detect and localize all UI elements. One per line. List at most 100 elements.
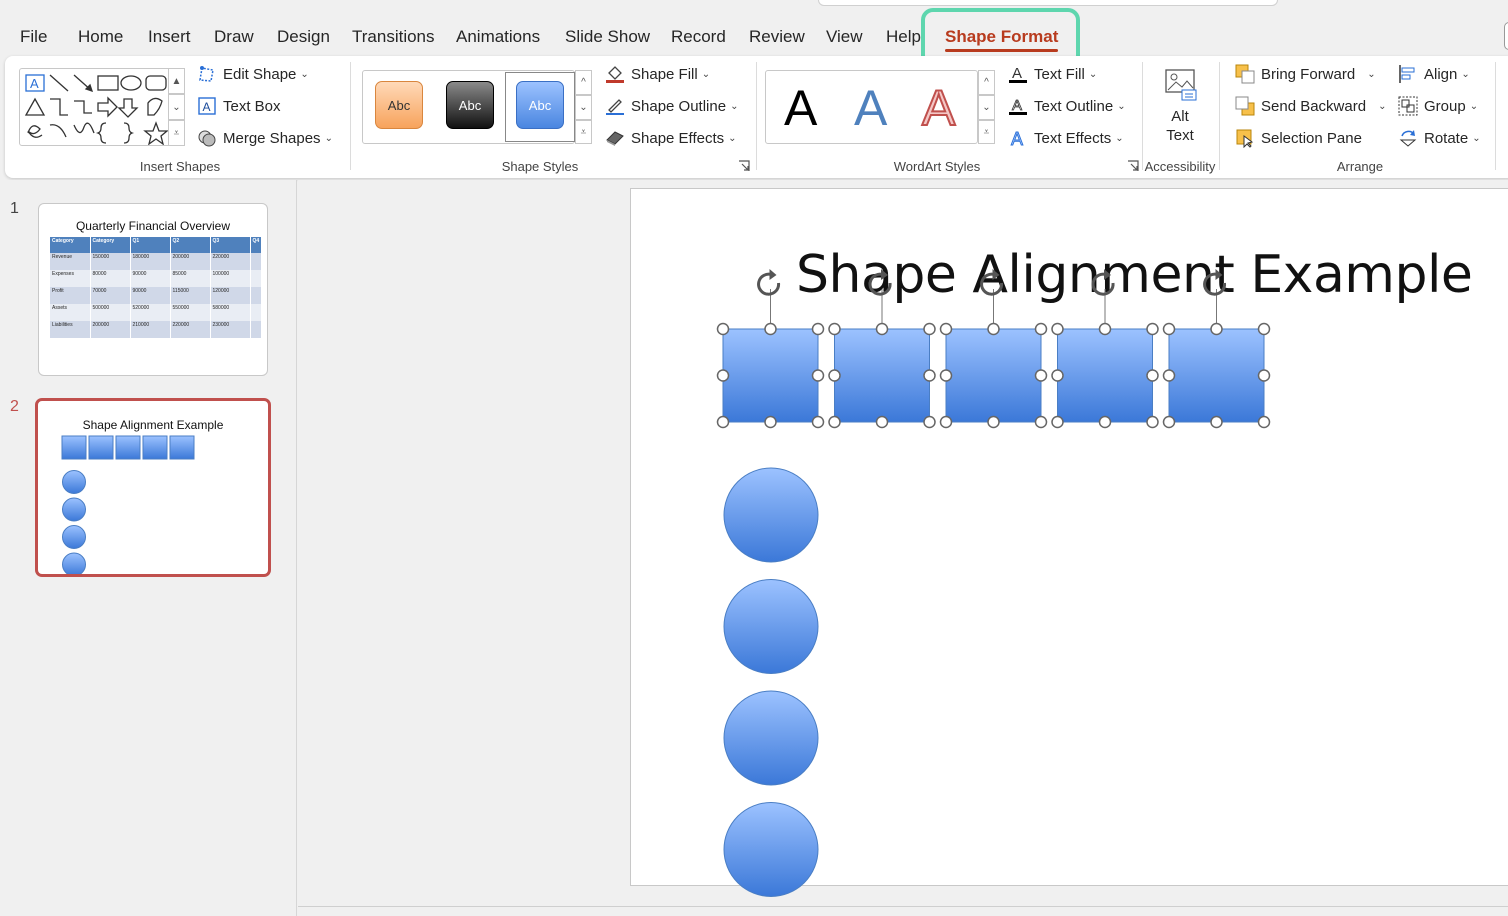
resize-handle[interactable] xyxy=(828,415,841,429)
selected-square-shape[interactable] xyxy=(1168,328,1265,423)
selection-pane-button[interactable]: Selection Pane xyxy=(1235,127,1362,149)
tab-slide-show[interactable]: Slide Show xyxy=(565,27,650,47)
selected-square-shape[interactable] xyxy=(945,328,1042,423)
wordart-gallery[interactable]: A A A xyxy=(765,70,978,144)
wordart-more[interactable]: ⩡ xyxy=(978,120,995,144)
selected-square-shape[interactable] xyxy=(834,328,930,423)
circle-shape[interactable] xyxy=(723,579,819,674)
resize-handle[interactable] xyxy=(764,322,777,336)
resize-handle[interactable] xyxy=(939,415,953,429)
wordart-red-outline[interactable]: A xyxy=(921,79,956,137)
resize-handle[interactable] xyxy=(1210,415,1223,429)
resize-handle[interactable] xyxy=(1162,322,1176,336)
resize-handle[interactable] xyxy=(811,369,825,382)
window-control-stub[interactable] xyxy=(1504,22,1508,50)
resize-handle[interactable] xyxy=(1162,369,1176,382)
text-fill-button[interactable]: A Text Fill ⌄ xyxy=(1008,63,1097,85)
styles-scroll-down[interactable]: ⌄ xyxy=(575,95,592,120)
edit-shape-button[interactable]: Edit Shape ⌄ xyxy=(197,63,309,85)
tab-transitions[interactable]: Transitions xyxy=(352,27,435,47)
tab-help[interactable]: Help xyxy=(886,27,921,47)
resize-handle[interactable] xyxy=(764,415,777,429)
rotate-button[interactable]: Rotate ⌄ xyxy=(1398,127,1481,149)
tab-animations[interactable]: Animations xyxy=(456,27,540,47)
resize-handle[interactable] xyxy=(875,322,889,336)
resize-handle[interactable] xyxy=(875,415,889,429)
text-box-button[interactable]: A Text Box xyxy=(197,95,281,117)
shape-effects-button[interactable]: Shape Effects ⌄ xyxy=(605,127,737,149)
shapes-more[interactable]: ⩡ xyxy=(168,120,185,146)
shapes-scroll-down[interactable]: ⌄ xyxy=(168,94,185,120)
wordart-scroll-up[interactable]: ^ xyxy=(978,70,995,95)
resize-handle[interactable] xyxy=(1257,369,1271,382)
resize-handle[interactable] xyxy=(716,369,730,382)
circle-shape[interactable] xyxy=(723,467,819,563)
merge-shapes-button[interactable]: Merge Shapes ⌄ xyxy=(197,127,333,149)
tab-review[interactable]: Review xyxy=(749,27,805,47)
shape-fill-button[interactable]: Shape Fill ⌄ xyxy=(605,63,710,85)
shape-styles-gallery[interactable]: Abc Abc Abc xyxy=(362,70,575,144)
resize-handle[interactable] xyxy=(811,322,825,336)
search-box[interactable] xyxy=(818,0,1278,6)
tab-insert[interactable]: Insert xyxy=(148,27,191,47)
rotate-handle-icon[interactable] xyxy=(1091,272,1115,296)
resize-handle[interactable] xyxy=(1257,322,1271,336)
resize-handle[interactable] xyxy=(1098,415,1112,429)
tab-draw[interactable]: Draw xyxy=(214,27,254,47)
resize-handle[interactable] xyxy=(716,322,730,336)
resize-handle[interactable] xyxy=(1146,322,1159,336)
resize-handle[interactable] xyxy=(1034,415,1048,429)
bring-forward-button[interactable]: Bring Forward ⌄ xyxy=(1235,63,1376,85)
style-swatch-black[interactable]: Abc xyxy=(446,81,494,129)
shapes-scroll-up[interactable]: ▲ xyxy=(168,68,185,94)
rotate-handle-icon[interactable] xyxy=(980,272,1004,296)
resize-handle[interactable] xyxy=(811,415,825,429)
resize-handle[interactable] xyxy=(1051,415,1064,429)
align-button[interactable]: Align ⌄ xyxy=(1398,63,1470,85)
resize-handle[interactable] xyxy=(939,369,953,382)
wordart-blue[interactable]: A xyxy=(854,79,887,137)
tab-record[interactable]: Record xyxy=(671,27,726,47)
tab-view[interactable]: View xyxy=(826,27,863,47)
wordart-black[interactable]: A xyxy=(784,79,817,137)
text-outline-button[interactable]: A Text Outline ⌄ xyxy=(1008,95,1126,117)
resize-handle[interactable] xyxy=(1146,369,1159,382)
resize-handle[interactable] xyxy=(1034,322,1048,336)
selected-square-shape[interactable] xyxy=(1057,328,1153,423)
resize-handle[interactable] xyxy=(1210,322,1223,336)
style-swatch-orange[interactable]: Abc xyxy=(375,81,423,129)
resize-handle[interactable] xyxy=(923,415,936,429)
resize-handle[interactable] xyxy=(987,415,1000,429)
resize-handle[interactable] xyxy=(1051,322,1064,336)
shapes-gallery[interactable]: A xyxy=(19,68,171,146)
send-backward-button[interactable]: Send Backward ⌄ xyxy=(1235,95,1386,117)
styles-scroll-up[interactable]: ^ xyxy=(575,70,592,95)
text-effects-button[interactable]: A Text Effects ⌄ xyxy=(1008,127,1124,149)
circle-shape[interactable] xyxy=(723,802,819,897)
rotate-handle-icon[interactable] xyxy=(1203,272,1227,296)
selected-square-shape[interactable] xyxy=(722,328,819,423)
tab-design[interactable]: Design xyxy=(277,27,330,47)
styles-more[interactable]: ⩡ xyxy=(575,120,592,144)
resize-handle[interactable] xyxy=(716,415,730,429)
resize-handle[interactable] xyxy=(1051,369,1064,382)
resize-handle[interactable] xyxy=(939,322,953,336)
circle-shape[interactable] xyxy=(723,690,819,786)
resize-handle[interactable] xyxy=(1098,322,1112,336)
rotate-handle-icon[interactable] xyxy=(868,272,892,296)
resize-handle[interactable] xyxy=(828,369,841,382)
shape-styles-launcher-icon[interactable] xyxy=(738,160,750,172)
tab-home[interactable]: Home xyxy=(78,27,123,47)
slide-thumbnail-2[interactable]: Shape Alignment Example xyxy=(35,398,271,577)
current-slide[interactable]: Shape Alignment Example xyxy=(630,188,1508,897)
resize-handle[interactable] xyxy=(1034,369,1048,382)
group-button[interactable]: Group ⌄ xyxy=(1398,95,1478,117)
rotate-handle-icon[interactable] xyxy=(757,272,781,296)
resize-handle[interactable] xyxy=(1162,415,1176,429)
resize-handle[interactable] xyxy=(828,322,841,336)
wordart-scroll-down[interactable]: ⌄ xyxy=(978,95,995,120)
slide-thumbnail-1[interactable]: Quarterly Financial Overview Category Cat… xyxy=(38,203,268,376)
alt-text-button[interactable]: Alt Text xyxy=(1155,66,1205,146)
style-swatch-blue[interactable]: Abc xyxy=(516,81,564,129)
resize-handle[interactable] xyxy=(1257,415,1271,429)
